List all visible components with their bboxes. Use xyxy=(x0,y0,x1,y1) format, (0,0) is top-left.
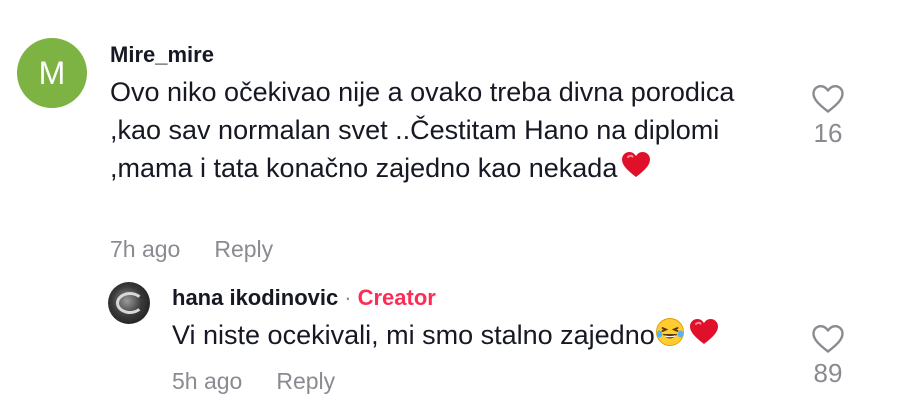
reply-username[interactable]: hana ikodinovic xyxy=(172,285,338,310)
reply-button[interactable]: Reply xyxy=(276,368,335,394)
comment-item: M Mire_mire Ovo niko očekivao nije a ova… xyxy=(0,0,900,270)
like-count: 89 xyxy=(813,358,843,388)
heart-outline-icon[interactable] xyxy=(803,324,853,354)
comment-text: Ovo niko očekivao nije a ovako treba div… xyxy=(110,73,770,189)
heart-emoji xyxy=(621,151,651,189)
heart-outline-icon[interactable] xyxy=(803,84,853,114)
reply-username-line: hana ikodinovic · Creator xyxy=(172,285,436,311)
reply-text-body: Vi niste ocekivali, mi smo stalno zajedn… xyxy=(172,320,655,350)
like-count: 16 xyxy=(813,118,843,148)
reply-time: 5h ago xyxy=(172,368,243,394)
like-button[interactable]: 16 xyxy=(803,84,853,149)
avatar[interactable]: M xyxy=(17,38,87,108)
comment-time: 7h ago xyxy=(110,236,181,262)
reply-meta: 5h ago Reply xyxy=(172,368,335,395)
reply-button[interactable]: Reply xyxy=(214,236,273,262)
reply-item: hana ikodinovic · Creator Vi niste ocekiva… xyxy=(0,270,900,412)
heart-emoji xyxy=(689,318,719,356)
laughing-tears-emoji xyxy=(655,317,685,357)
avatar[interactable] xyxy=(108,282,150,324)
comment-meta: 7h ago Reply xyxy=(110,236,273,263)
reply-text: Vi niste ocekivali, mi smo stalno zajedn… xyxy=(172,316,792,357)
comment-username[interactable]: Mire_mire xyxy=(110,42,214,68)
separator-dot: · xyxy=(344,285,352,310)
like-button[interactable]: 89 xyxy=(803,324,853,389)
creator-badge: Creator xyxy=(357,285,436,310)
avatar-letter: M xyxy=(38,54,66,91)
